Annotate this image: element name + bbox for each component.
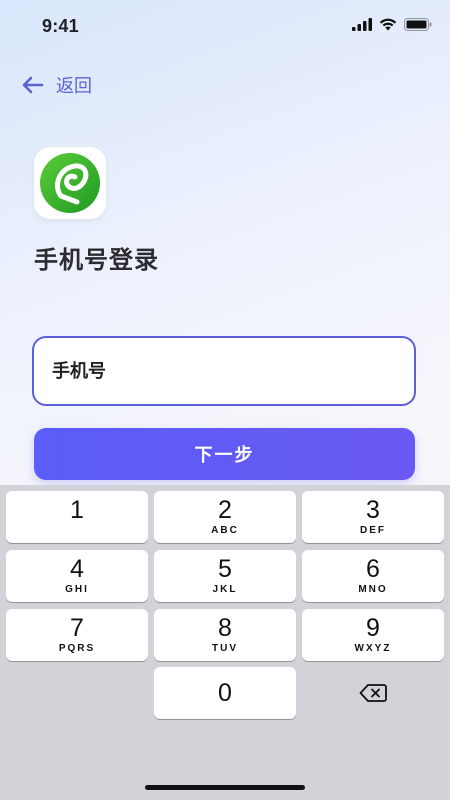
next-button[interactable]: 下一步 [34, 428, 415, 480]
key-letters: MNO [358, 584, 388, 595]
key-letters: ABC [211, 525, 239, 536]
status-time: 9:41 [42, 16, 79, 36]
key-number: 9 [366, 614, 380, 642]
key-5[interactable]: 5 JKL [154, 550, 296, 602]
status-icons [352, 18, 432, 31]
numeric-keypad: 1 2 ABC 3 DEF 4 GHI 5 JKL 6 MNO 7 PQRS 8… [0, 485, 450, 800]
key-0[interactable]: 0 [154, 667, 296, 719]
key-letters: GHI [65, 584, 89, 595]
arrow-left-icon [22, 76, 44, 94]
key-letters: PQRS [58, 643, 96, 654]
key-number: 3 [366, 496, 380, 524]
key-4[interactable]: 4 GHI [6, 550, 148, 602]
key-number: 2 [218, 496, 232, 524]
key-9[interactable]: 9 WXYZ [302, 609, 444, 661]
key-7[interactable]: 7 PQRS [6, 609, 148, 661]
status-bar: 9:41 [0, 0, 450, 56]
key-number: 5 [218, 555, 232, 583]
key-number: 6 [366, 555, 380, 583]
key-blank [6, 668, 148, 720]
key-number: 0 [218, 679, 232, 707]
key-number: 7 [70, 614, 84, 642]
delete-key[interactable] [302, 667, 444, 719]
app-logo [34, 147, 106, 219]
key-letters: JKL [212, 584, 238, 595]
key-6[interactable]: 6 MNO [302, 550, 444, 602]
key-3[interactable]: 3 DEF [302, 491, 444, 543]
key-letters: TUV [212, 643, 238, 654]
key-2[interactable]: 2 ABC [154, 491, 296, 543]
key-1[interactable]: 1 [6, 491, 148, 543]
back-button[interactable]: 返回 [22, 72, 92, 98]
phone-input-container[interactable] [32, 336, 416, 406]
page-title: 手机号登录 [34, 247, 159, 274]
phone-input[interactable] [50, 359, 414, 383]
key-letters: WXYZ [354, 643, 392, 654]
key-number: 1 [70, 496, 84, 524]
signal-icon [352, 18, 372, 31]
key-number: 4 [70, 555, 84, 583]
key-letters: DEF [360, 525, 386, 536]
leaf-logo-icon [40, 153, 100, 213]
key-8[interactable]: 8 TUV [154, 609, 296, 661]
back-label: 返回 [56, 76, 92, 96]
home-indicator [145, 785, 305, 790]
backspace-icon [359, 684, 387, 702]
key-number: 8 [218, 614, 232, 642]
battery-icon [404, 18, 432, 31]
wifi-icon [379, 18, 397, 31]
